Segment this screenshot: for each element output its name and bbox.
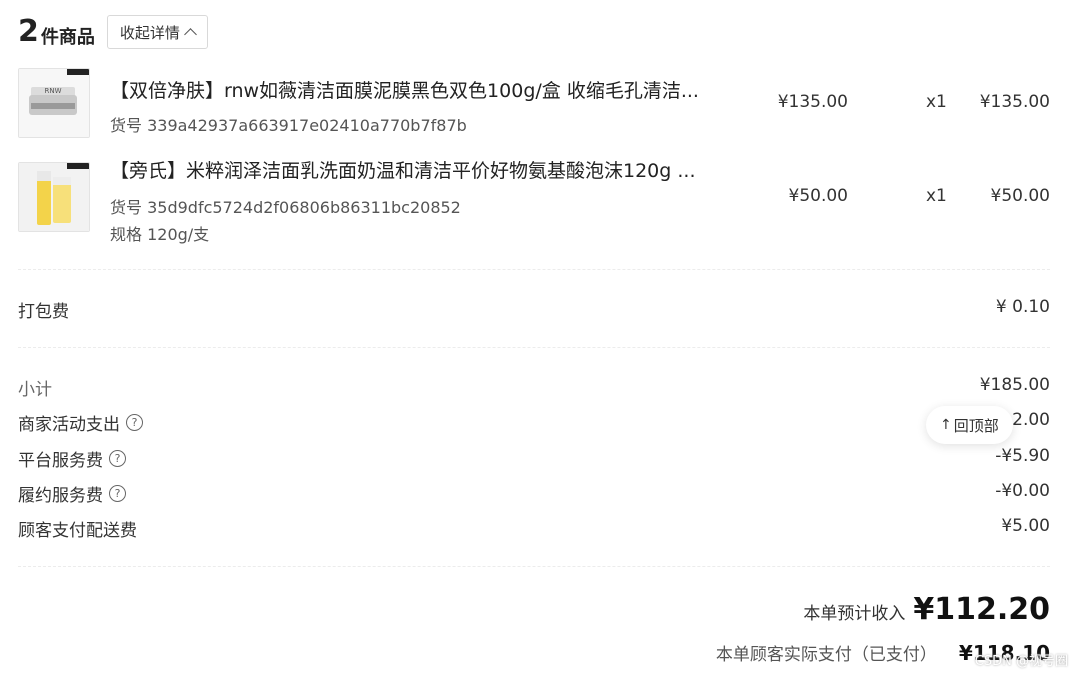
jar-illustration: RNW: [19, 69, 89, 137]
order-item: RNW 【双倍净肤】rnw如薇清洁面膜泥膜黑色双色100g/盒 收缩毛孔清洁..…: [18, 68, 1050, 140]
product-sku: 货号 35d9dfc5724d2f06806b86311bc20852: [110, 198, 461, 217]
back-to-top-label: 回顶部: [953, 416, 999, 435]
product-tube-image[interactable]: [18, 162, 90, 232]
tube-illustration: [19, 163, 89, 231]
collapse-details-button[interactable]: 收起详情: [106, 15, 208, 49]
expected-income: 本单预计收入 ¥112.20: [803, 592, 1050, 627]
watermark-text: CSDN @视号圈: [974, 654, 1068, 669]
back-to-top-button[interactable]: ↑ 回顶部: [926, 406, 1013, 444]
merchant-activity-row: 商家活动支出 ? 2.00: [18, 410, 1050, 435]
order-detail-panel: 2 件商品 收起详情 RNW 【双倍净肤】rnw如薇清洁面膜泥膜黑色双色100g…: [18, 0, 1050, 677]
delivery-fee-label: 顾客支付配送费: [18, 521, 137, 541]
thumb-corner-tag: [67, 69, 89, 75]
platform-fee-label-wrap: 平台服务费 ?: [18, 446, 126, 471]
items-header: 2 件商品 收起详情: [18, 12, 208, 52]
fulfillment-fee-label: 履约服务费: [18, 486, 103, 506]
subtotal-label: 小计: [18, 380, 52, 400]
packing-fee-value: ¥ 0.10: [995, 297, 1050, 317]
packing-fee-row: 打包费 ¥ 0.10: [18, 297, 1050, 322]
fulfillment-fee-label-wrap: 履约服务费 ?: [18, 481, 126, 506]
platform-fee-row: 平台服务费 ? -¥5.90: [18, 446, 1050, 471]
thumb-corner-tag: [67, 163, 89, 169]
fulfillment-fee-value: -¥0.00: [995, 481, 1050, 501]
svg-text:RNW: RNW: [44, 87, 61, 95]
product-spec: 规格 120g/支: [110, 225, 210, 244]
merchant-activity-value: 2.00: [1012, 410, 1050, 430]
subtotal-value: ¥185.00: [979, 375, 1050, 395]
fulfillment-fee-row: 履约服务费 ? -¥0.00: [18, 481, 1050, 506]
expected-income-label: 本单预计收入: [803, 604, 906, 624]
collapse-details-label: 收起详情: [119, 23, 180, 42]
packing-fee-label: 打包费: [18, 302, 69, 322]
product-sku: 货号 339a42937a663917e02410a770b7f87b: [110, 116, 467, 135]
product-name[interactable]: 【双倍净肤】rnw如薇清洁面膜泥膜黑色双色100g/盒 收缩毛孔清洁...: [110, 76, 699, 103]
delivery-fee-row: 顾客支付配送费 ¥5.00: [18, 516, 1050, 541]
item-count: 2: [18, 14, 39, 49]
item-count-suffix: 件商品: [40, 27, 95, 48]
subtotal-row: 小计 ¥185.00: [18, 375, 1050, 400]
arrow-up-icon: ↑: [940, 417, 952, 433]
platform-fee-label: 平台服务费: [18, 451, 103, 471]
platform-fee-value: -¥5.90: [995, 446, 1050, 466]
product-jar-image[interactable]: RNW: [18, 68, 90, 138]
section-divider: [18, 347, 1050, 348]
customer-paid-label: 本单顾客实际支付（已支付）: [715, 645, 937, 665]
expected-income-value: ¥112.20: [913, 592, 1050, 627]
unit-price: ¥135.00: [777, 92, 848, 112]
product-name[interactable]: 【旁氏】米粹润泽洁面乳洗面奶温和清洁平价好物氨基酸泡沫120g ...: [110, 156, 696, 183]
section-divider: [18, 566, 1050, 567]
question-circle-icon[interactable]: ?: [109, 485, 126, 502]
question-circle-icon[interactable]: ?: [109, 450, 126, 467]
unit-price: ¥50.00: [788, 186, 848, 206]
question-circle-icon[interactable]: ?: [126, 414, 143, 431]
section-divider: [18, 269, 1050, 270]
chevron-up-icon: [184, 27, 197, 41]
merchant-activity-label: 商家活动支出: [18, 415, 120, 435]
merchant-activity-label-wrap: 商家活动支出 ?: [18, 410, 143, 435]
line-total: ¥135.00: [979, 92, 1050, 112]
line-total: ¥50.00: [990, 186, 1050, 206]
order-item: 【旁氏】米粹润泽洁面乳洗面奶温和清洁平价好物氨基酸泡沫120g ... 货号 3…: [18, 160, 1050, 252]
delivery-fee-value: ¥5.00: [1001, 516, 1050, 536]
